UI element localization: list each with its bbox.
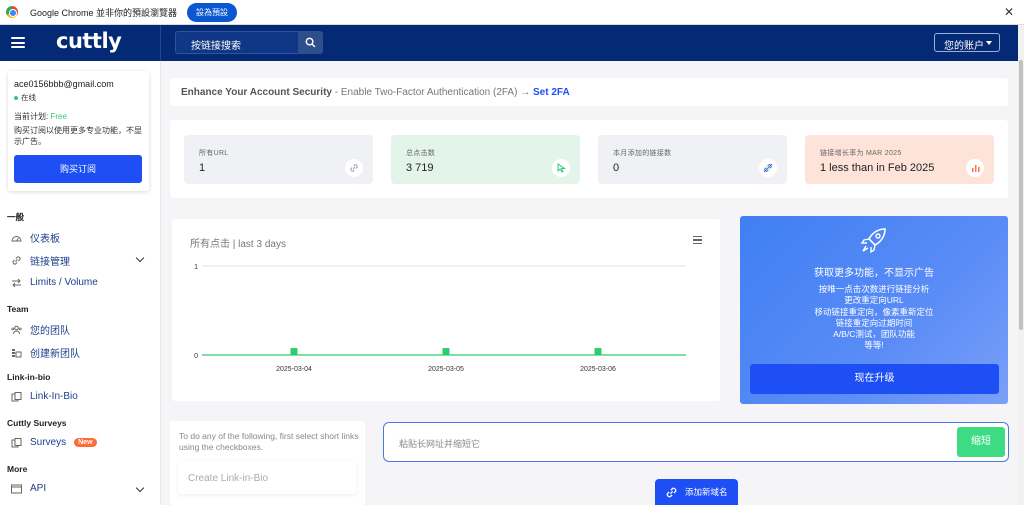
default-browser-message: Google Chrome 並非你的預設瀏覽器 — [30, 7, 178, 18]
sidebar-item-surveys[interactable]: Surveys New — [10, 437, 97, 448]
sidebar-item-limits[interactable]: Limits / Volume — [10, 277, 98, 288]
sidebar-item-api[interactable]: API — [10, 483, 46, 494]
stat-growth-rate: 链接增长率为 MAR 2025 1 less than in Feb 2025 — [805, 135, 994, 184]
security-text: Enhance Your Account Security - Enable T… — [181, 87, 570, 98]
bulk-actions-hint: To do any of the following, first select… — [179, 431, 359, 452]
shorten-form: 粘贴长网址并缩短它 缩短 — [383, 422, 1009, 462]
feature-line: 更改重定向URL — [844, 295, 904, 306]
buy-subscription-button[interactable]: 购买订阅 — [14, 155, 142, 183]
feature-line: 按唯一点击次数进行链接分析 — [818, 284, 930, 294]
section-link-in-bio: Link-in-bio — [7, 372, 51, 382]
clicks-chart-card: 所有点击 | last 3 days 0 1 2025-03-04 2025-03-0… — [172, 219, 720, 401]
link-icon — [345, 159, 363, 177]
section-team: Team — [7, 304, 29, 314]
user-card: ace0156bbb@gmail.com 在线 当前计划: Free 购买订阅以… — [8, 71, 149, 191]
arrows-icon — [10, 278, 22, 288]
feature-line: 链接重定向过期时间 — [835, 317, 913, 328]
account-label: 您的账户 — [944, 41, 984, 52]
navbar-divider — [160, 25, 161, 61]
upgrade-title: 获取更多功能，不显示广告 — [814, 268, 934, 279]
stat-total-clicks: 总点击数 3 719 — [391, 135, 580, 184]
survey-icon — [10, 437, 22, 448]
upgrade-features: 按唯一点击次数进行链接分析 更改重定向URL 移动链接重定向，像素重新定位 链接… — [740, 284, 1008, 352]
search-input[interactable]: 按链接搜索 — [175, 31, 299, 54]
team-icon — [10, 325, 22, 335]
sidebar-item-link-management[interactable]: 链接管理 — [10, 253, 70, 268]
search-button[interactable] — [298, 31, 323, 54]
top-navbar: cuttly 按链接搜索 您的账户 — [0, 25, 1018, 61]
brand-logo[interactable]: cuttly — [56, 29, 122, 53]
layers-icon — [10, 391, 22, 402]
window-icon — [10, 484, 22, 494]
chevron-down-icon[interactable] — [135, 253, 145, 263]
sidebar-item-create-team[interactable]: 创建新团队 — [10, 345, 80, 360]
scrollbar-thumb[interactable] — [1019, 60, 1023, 330]
link-off-icon — [759, 159, 777, 177]
y-tick-label: 1 — [194, 264, 198, 271]
x-tick-label: 2025-03-06 — [580, 366, 616, 373]
section-more: More — [7, 464, 28, 474]
hamburger-menu-icon[interactable] — [11, 37, 25, 48]
feature-line: 等等! — [864, 340, 884, 351]
add-domain-button[interactable]: 添加新域名 — [655, 479, 738, 505]
stats-panel: 所有URL 1 总点击数 3 719 本月添加的链接数 0 链接增长率为 MAR… — [170, 120, 1008, 198]
chrome-logo-icon — [6, 6, 18, 18]
default-browser-bar: Google Chrome 並非你的預設瀏覽器 設為預設 ✕ — [0, 0, 1024, 25]
sidebar-item-link-in-bio[interactable]: Link-In-Bio — [10, 391, 78, 402]
bulk-actions-card: To do any of the following, first select… — [170, 421, 365, 505]
data-point — [290, 348, 298, 355]
stat-all-urls: 所有URL 1 — [184, 135, 373, 184]
link-icon — [10, 256, 22, 266]
chevron-down-icon[interactable] — [135, 483, 145, 493]
create-link-in-bio-button[interactable]: Create Link-in-Bio — [178, 461, 356, 494]
sidebar-item-your-team[interactable]: 您的团队 — [10, 322, 70, 337]
sidebar: ace0156bbb@gmail.com 在线 当前计划: Free 购买订阅以… — [0, 61, 161, 505]
x-tick-label: 2025-03-04 — [276, 366, 312, 373]
bar-chart-icon — [966, 159, 984, 177]
plan-description: 购买订阅以使用更多专业功能，不显示广告。 — [14, 126, 142, 146]
account-dropdown[interactable]: 您的账户 — [934, 33, 1000, 52]
cursor-icon — [552, 159, 570, 177]
security-subtitle: - Enable Two-Factor Authentication (2FA)… — [331, 87, 533, 98]
set-2fa-link[interactable]: Set 2FA — [533, 87, 570, 98]
gauge-icon — [10, 233, 22, 243]
search-icon — [305, 37, 316, 48]
caret-down-icon — [986, 41, 992, 45]
x-tick-label: 2025-03-05 — [428, 366, 464, 373]
section-surveys: Cuttly Surveys — [7, 418, 67, 428]
data-point — [594, 348, 602, 355]
set-default-button[interactable]: 設為預設 — [187, 2, 238, 22]
security-banner: Enhance Your Account Security - Enable T… — [170, 78, 1008, 106]
upgrade-now-button[interactable]: 现在升级 — [750, 364, 999, 394]
plan-name: Free — [50, 112, 67, 121]
sidebar-item-dashboard[interactable]: 仪表板 — [10, 230, 60, 245]
add-team-icon — [10, 348, 22, 358]
new-badge: New — [74, 438, 97, 447]
feature-line: A/B/C测试，团队功能 — [833, 329, 915, 340]
feature-line: 移动链接重定向，像素重新定位 — [814, 306, 934, 317]
close-icon[interactable]: ✕ — [1004, 5, 1014, 19]
security-title: Enhance Your Account Security — [181, 87, 332, 98]
link-icon — [666, 487, 677, 497]
upgrade-card: 获取更多功能，不显示广告 按唯一点击次数进行链接分析 更改重定向URL 移动链接… — [740, 216, 1008, 404]
data-point — [442, 348, 450, 355]
long-url-input[interactable]: 粘贴长网址并缩短它 — [399, 437, 480, 450]
online-status: 在线 — [14, 92, 36, 103]
rocket-icon — [860, 228, 886, 254]
online-dot-icon — [14, 95, 18, 100]
clicks-chart: 0 1 2025-03-04 2025-03-05 2025-03-06 — [194, 264, 686, 373]
current-plan: 当前计划: Free — [14, 112, 67, 121]
stat-links-this-month: 本月添加的链接数 0 — [598, 135, 787, 184]
y-tick-label: 0 — [194, 353, 198, 360]
shorten-button[interactable]: 缩短 — [957, 427, 1005, 457]
section-general: 一般 — [7, 212, 25, 222]
user-email: ace0156bbb@gmail.com — [14, 79, 114, 89]
